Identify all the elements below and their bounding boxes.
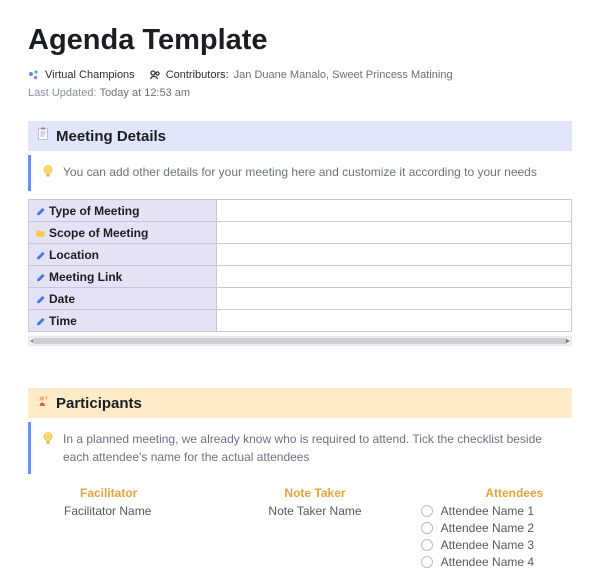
table-row: Scope of Meeting [29,222,572,244]
row-value[interactable] [217,200,572,222]
attendee-item: Attendee Name 2 [421,521,572,535]
last-updated-value: Today at 12:53 am [100,87,191,99]
attendee-radio[interactable] [421,505,433,517]
table-row: Location [29,244,572,266]
row-label-text: Date [49,292,75,306]
last-updated-label: Last Updated: [28,87,97,99]
col-head-facilitator: Facilitator [58,486,209,500]
col-head-notetaker: Note Taker [239,486,390,500]
facilitator-value: Facilitator Name [58,504,209,572]
contributors-icon [149,69,161,81]
row-label[interactable]: Meeting Link [29,266,217,288]
section-title-participants: Participants [56,395,142,412]
row-value[interactable] [217,288,572,310]
scrollbar-thumb[interactable] [33,338,567,344]
row-value[interactable] [217,266,572,288]
participants-grid: Facilitator Note Taker Attendees Facilit… [28,482,572,572]
spacer [28,346,572,388]
callout-meeting: You can add other details for your meeti… [28,155,572,191]
raising-hand-icon [36,394,50,412]
document-page: Agenda Template Virtual Champions Contri… [0,0,600,572]
last-updated: Last Updated: Today at 12:53 am [28,87,572,99]
row-label[interactable]: Scope of Meeting [29,222,217,244]
row-label-text: Location [49,248,99,262]
page-title: Agenda Template [28,24,572,57]
lightbulb-icon [41,431,55,466]
table-row: Meeting Link [29,266,572,288]
pen-icon [35,272,46,283]
row-label[interactable]: Date [29,288,217,310]
attendee-name: Attendee Name 1 [441,504,534,518]
col-head-attendees: Attendees [421,486,572,500]
row-value[interactable] [217,222,572,244]
attendee-item: Attendee Name 4 [421,555,572,569]
row-label-text: Meeting Link [49,270,122,284]
pen-icon [35,250,46,261]
workspace-name: Virtual Champions [45,69,135,81]
workspace-icon [28,69,40,81]
attendee-name: Attendee Name 4 [441,555,534,569]
pen-icon [35,294,46,305]
attendee-name: Attendee Name 3 [441,538,534,552]
attendee-radio[interactable] [421,556,433,568]
notetaker-value: Note Taker Name [239,504,390,572]
horizontal-scrollbar[interactable]: ◄ ► [28,336,572,346]
pen-icon [35,206,46,217]
lightbulb-icon [41,164,55,183]
row-label[interactable]: Time [29,310,217,332]
attendee-radio[interactable] [421,539,433,551]
row-label-text: Type of Meeting [49,204,139,218]
contributors-label: Contributors: [166,69,229,81]
row-value[interactable] [217,310,572,332]
row-label-text: Scope of Meeting [49,226,148,240]
row-value[interactable] [217,244,572,266]
folder-icon [35,228,46,239]
meeting-details-table: Type of Meeting Scope of Meeting Location M… [28,199,572,332]
attendees-list: Attendee Name 1 Attendee Name 2 Attendee N… [421,504,572,572]
row-label[interactable]: Location [29,244,217,266]
row-label[interactable]: Type of Meeting [29,200,217,222]
attendee-item: Attendee Name 3 [421,538,572,552]
attendee-radio[interactable] [421,522,433,534]
table-row: Type of Meeting [29,200,572,222]
section-header-participants: Participants [28,388,572,418]
pen-icon [35,316,46,327]
meta-row: Virtual Champions Contributors: Jan Duan… [28,69,572,81]
clipboard-icon [36,127,50,145]
attendee-item: Attendee Name 1 [421,504,572,518]
callout-participants-text: In a planned meeting, we already know wh… [63,430,562,466]
table-row: Time [29,310,572,332]
attendee-name: Attendee Name 2 [441,521,534,535]
callout-meeting-text: You can add other details for your meeti… [63,163,537,183]
contributors-names: Jan Duane Manalo, Sweet Princess Matinin… [234,69,453,81]
workspace-chip[interactable]: Virtual Champions [28,69,135,81]
callout-participants: In a planned meeting, we already know wh… [28,422,572,474]
scroll-right-arrow-icon[interactable]: ► [563,337,573,345]
contributors-chip[interactable]: Contributors: Jan Duane Manalo, Sweet Pr… [149,69,453,81]
section-title-meeting: Meeting Details [56,128,166,145]
table-row: Date [29,288,572,310]
row-label-text: Time [49,314,77,328]
section-header-meeting: Meeting Details [28,121,572,151]
